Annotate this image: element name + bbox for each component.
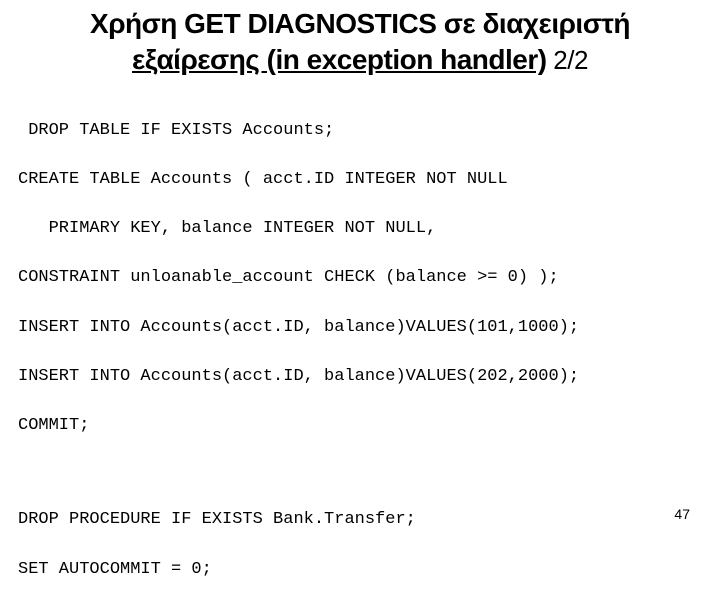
code-line: INSERT INTO Accounts(acct.ID, balance)VA… [18, 316, 700, 341]
page-number: 47 [674, 506, 690, 522]
code-line: DROP TABLE IF EXISTS Accounts; [18, 119, 700, 144]
code-line: COMMIT; [18, 414, 700, 439]
code-line: CONSTRAINT unloanable_account CHECK (bal… [18, 266, 700, 291]
code-line: INSERT INTO Accounts(acct.ID, balance)VA… [18, 365, 700, 390]
spacer [0, 464, 720, 484]
slide-title-underlined: εξαίρεσης (in exception handler) [132, 44, 547, 75]
slide-title-line2: εξαίρεσης (in exception handler) 2/2 [0, 44, 720, 94]
code-line: SET AUTOCOMMIT = 0; [18, 558, 700, 583]
code-block-2: DROP PROCEDURE IF EXISTS Bank.Transfer; … [0, 484, 720, 607]
code-line: PRIMARY KEY, balance INTEGER NOT NULL, [18, 217, 700, 242]
code-block-1: DROP TABLE IF EXISTS Accounts; CREATE TA… [0, 94, 720, 464]
code-line: CREATE TABLE Accounts ( acct.ID INTEGER … [18, 168, 700, 193]
code-line: DROP PROCEDURE IF EXISTS Bank.Transfer; [18, 508, 700, 533]
slide-title-line1: Χρήση GET DIAGNOSTICS σε διαχειριστή [0, 0, 720, 44]
slide-title-suffix: 2/2 [547, 45, 588, 75]
